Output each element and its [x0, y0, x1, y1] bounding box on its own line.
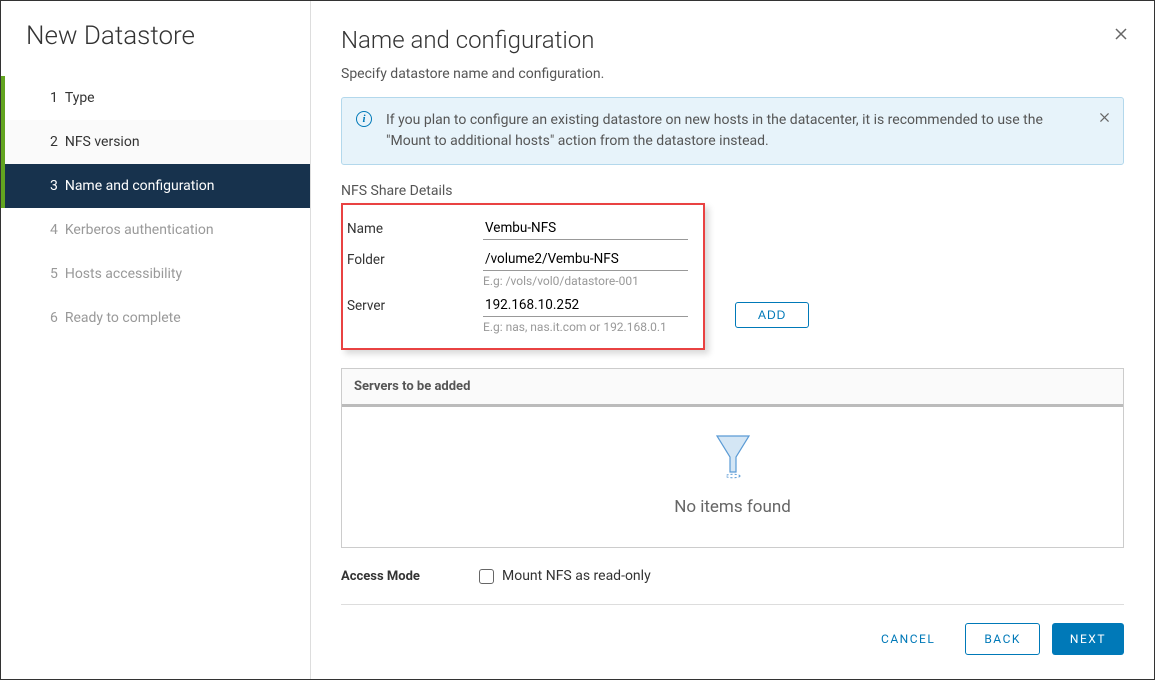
add-button[interactable]: ADD — [735, 302, 809, 328]
step-label: Name and configuration — [65, 178, 215, 194]
footer: CANCEL BACK NEXT — [341, 604, 1124, 655]
step-label: Type — [65, 90, 95, 106]
cancel-button[interactable]: CANCEL — [863, 623, 953, 655]
nfs-details-box: Name Folder E.g: /vols/vol0/datastore-00… — [341, 203, 705, 350]
info-banner-text: If you plan to configure an existing dat… — [386, 112, 1043, 149]
readonly-checkbox-wrap[interactable]: Mount NFS as read-only — [479, 568, 651, 584]
folder-label: Folder — [347, 248, 483, 268]
servers-to-be-added-panel: Servers to be added No items found — [341, 368, 1124, 548]
step-kerberos-authentication: 4 Kerberos authentication — [1, 208, 310, 252]
next-button[interactable]: NEXT — [1052, 623, 1124, 655]
back-button[interactable]: BACK — [965, 623, 1040, 655]
server-input[interactable] — [483, 294, 688, 317]
funnel-icon — [713, 432, 753, 482]
access-mode-label: Access Mode — [341, 569, 479, 584]
step-num: 2 — [50, 134, 58, 150]
wizard-sidebar: New Datastore 1 Type 2 NFS version 3 Nam… — [1, 1, 311, 679]
server-hint: E.g: nas, nas.it.com or 192.168.0.1 — [483, 320, 688, 334]
step-num: 4 — [50, 222, 58, 238]
step-type[interactable]: 1 Type — [1, 76, 310, 120]
page-subtitle: Specify datastore name and configuration… — [341, 66, 1124, 82]
servers-body: No items found — [342, 407, 1123, 547]
new-datastore-dialog: New Datastore 1 Type 2 NFS version 3 Nam… — [0, 0, 1155, 680]
step-label: NFS version — [65, 134, 140, 150]
step-num: 5 — [50, 266, 58, 282]
info-banner: i If you plan to configure an existing d… — [341, 97, 1124, 165]
step-num: 1 — [50, 90, 58, 106]
dismiss-icon[interactable] — [1098, 110, 1111, 131]
page-title: Name and configuration — [341, 26, 1124, 54]
step-ready-to-complete: 6 Ready to complete — [1, 296, 310, 340]
main-content: Name and configuration Specify datastore… — [311, 1, 1154, 679]
step-list: 1 Type 2 NFS version 3 Name and configur… — [1, 76, 310, 340]
servers-header: Servers to be added — [342, 369, 1123, 407]
info-icon: i — [356, 111, 372, 127]
step-label: Hosts accessibility — [65, 266, 182, 282]
readonly-checkbox[interactable] — [479, 569, 494, 584]
step-nfs-version[interactable]: 2 NFS version — [1, 120, 310, 164]
step-label: Kerberos authentication — [65, 222, 214, 238]
nfs-share-details-title: NFS Share Details — [341, 183, 1124, 199]
folder-row: Folder E.g: /vols/vol0/datastore-001 — [343, 248, 688, 288]
name-input[interactable] — [483, 217, 688, 240]
access-mode-row: Access Mode Mount NFS as read-only — [341, 568, 1124, 584]
folder-hint: E.g: /vols/vol0/datastore-001 — [483, 274, 688, 288]
step-name-configuration[interactable]: 3 Name and configuration — [1, 164, 310, 208]
step-num: 6 — [50, 310, 58, 326]
server-label: Server — [347, 294, 483, 314]
no-items-text: No items found — [342, 497, 1123, 517]
sidebar-title: New Datastore — [1, 21, 310, 76]
name-row: Name — [343, 217, 688, 240]
server-row: Server E.g: nas, nas.it.com or 192.168.0… — [343, 294, 688, 334]
close-icon[interactable] — [1113, 26, 1129, 47]
step-hosts-accessibility: 5 Hosts accessibility — [1, 252, 310, 296]
step-label: Ready to complete — [65, 310, 181, 326]
step-num: 3 — [50, 178, 58, 194]
folder-input[interactable] — [483, 248, 688, 271]
name-label: Name — [347, 217, 483, 237]
readonly-checkbox-label: Mount NFS as read-only — [502, 568, 651, 584]
